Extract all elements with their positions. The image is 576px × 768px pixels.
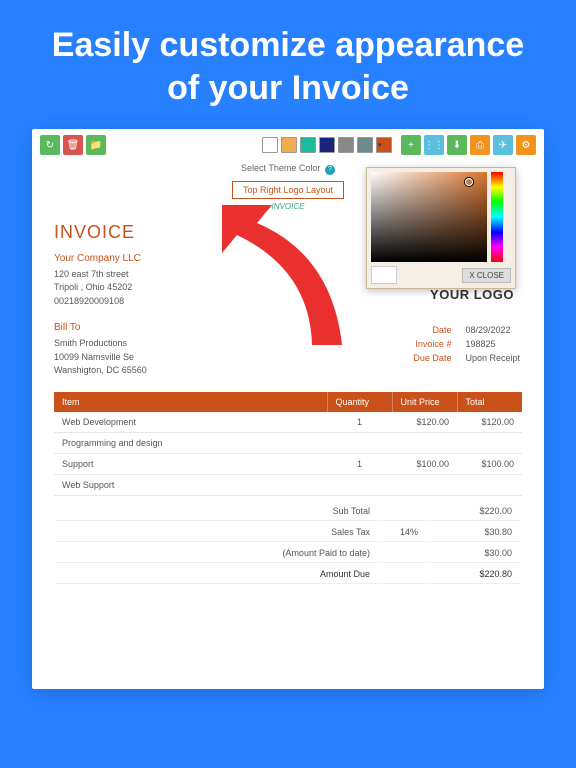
- theme-swatch[interactable]: [319, 137, 335, 153]
- archive-button[interactable]: 📁: [86, 135, 106, 155]
- totals-table: Sub Total$220.00Sales Tax14%$30.80(Amoun…: [54, 500, 522, 586]
- delete-button[interactable]: 🗑: [63, 135, 83, 155]
- bill-to-label: Bill To: [54, 322, 147, 333]
- color-picker-popover: X CLOSE: [366, 167, 516, 289]
- toolbar: ↻🗑📁 ▾ +⋮⋮⬇⎙✈⚙: [32, 129, 544, 161]
- theme-swatch[interactable]: [300, 137, 316, 153]
- grid-button[interactable]: ⋮⋮: [424, 135, 444, 155]
- table-row: Web Support: [54, 474, 522, 495]
- help-icon[interactable]: ?: [325, 165, 335, 175]
- download-button[interactable]: ⬇: [447, 135, 467, 155]
- color-cursor: [465, 178, 473, 186]
- theme-swatch[interactable]: ▾: [376, 137, 392, 153]
- print-button[interactable]: ⎙: [470, 135, 490, 155]
- invoice-type-link[interactable]: INVOICE: [272, 202, 305, 211]
- layout-select-button[interactable]: Top Right Logo Layout: [232, 181, 344, 199]
- hue-slider[interactable]: [491, 172, 503, 262]
- theme-label: Select Theme Color: [241, 163, 320, 173]
- theme-swatch[interactable]: [262, 137, 278, 153]
- close-picker-button[interactable]: X CLOSE: [462, 268, 511, 283]
- send-button[interactable]: ✈: [493, 135, 513, 155]
- logo-text: YOUR LOGO: [430, 287, 514, 302]
- table-row: Web Development1$120.00$120.00: [54, 412, 522, 433]
- theme-swatch[interactable]: [281, 137, 297, 153]
- selected-color-chip: [371, 266, 397, 284]
- line-items-table: ItemQuantityUnit PriceTotal Web Developm…: [54, 392, 522, 496]
- theme-swatch[interactable]: [357, 137, 373, 153]
- theme-swatch[interactable]: [338, 137, 354, 153]
- table-row: Support1$100.00$100.00: [54, 453, 522, 474]
- invoice-editor: ↻🗑📁 ▾ +⋮⋮⬇⎙✈⚙ Select Theme Color ? L A Y…: [32, 129, 544, 689]
- invoice-meta: Date08/29/2022Invoice #198825Due DateUpo…: [411, 322, 522, 366]
- color-gradient[interactable]: [371, 172, 487, 262]
- more-button[interactable]: ⚙: [516, 135, 536, 155]
- bill-to-address: Smith Productions10099 Namsville SeWansh…: [54, 337, 147, 378]
- theme-swatch-row: ▾: [262, 137, 392, 153]
- table-row: Programming and design: [54, 432, 522, 453]
- add-button[interactable]: +: [401, 135, 421, 155]
- refresh-button[interactable]: ↻: [40, 135, 60, 155]
- marketing-headline: Easily customize appearance of your Invo…: [0, 0, 576, 129]
